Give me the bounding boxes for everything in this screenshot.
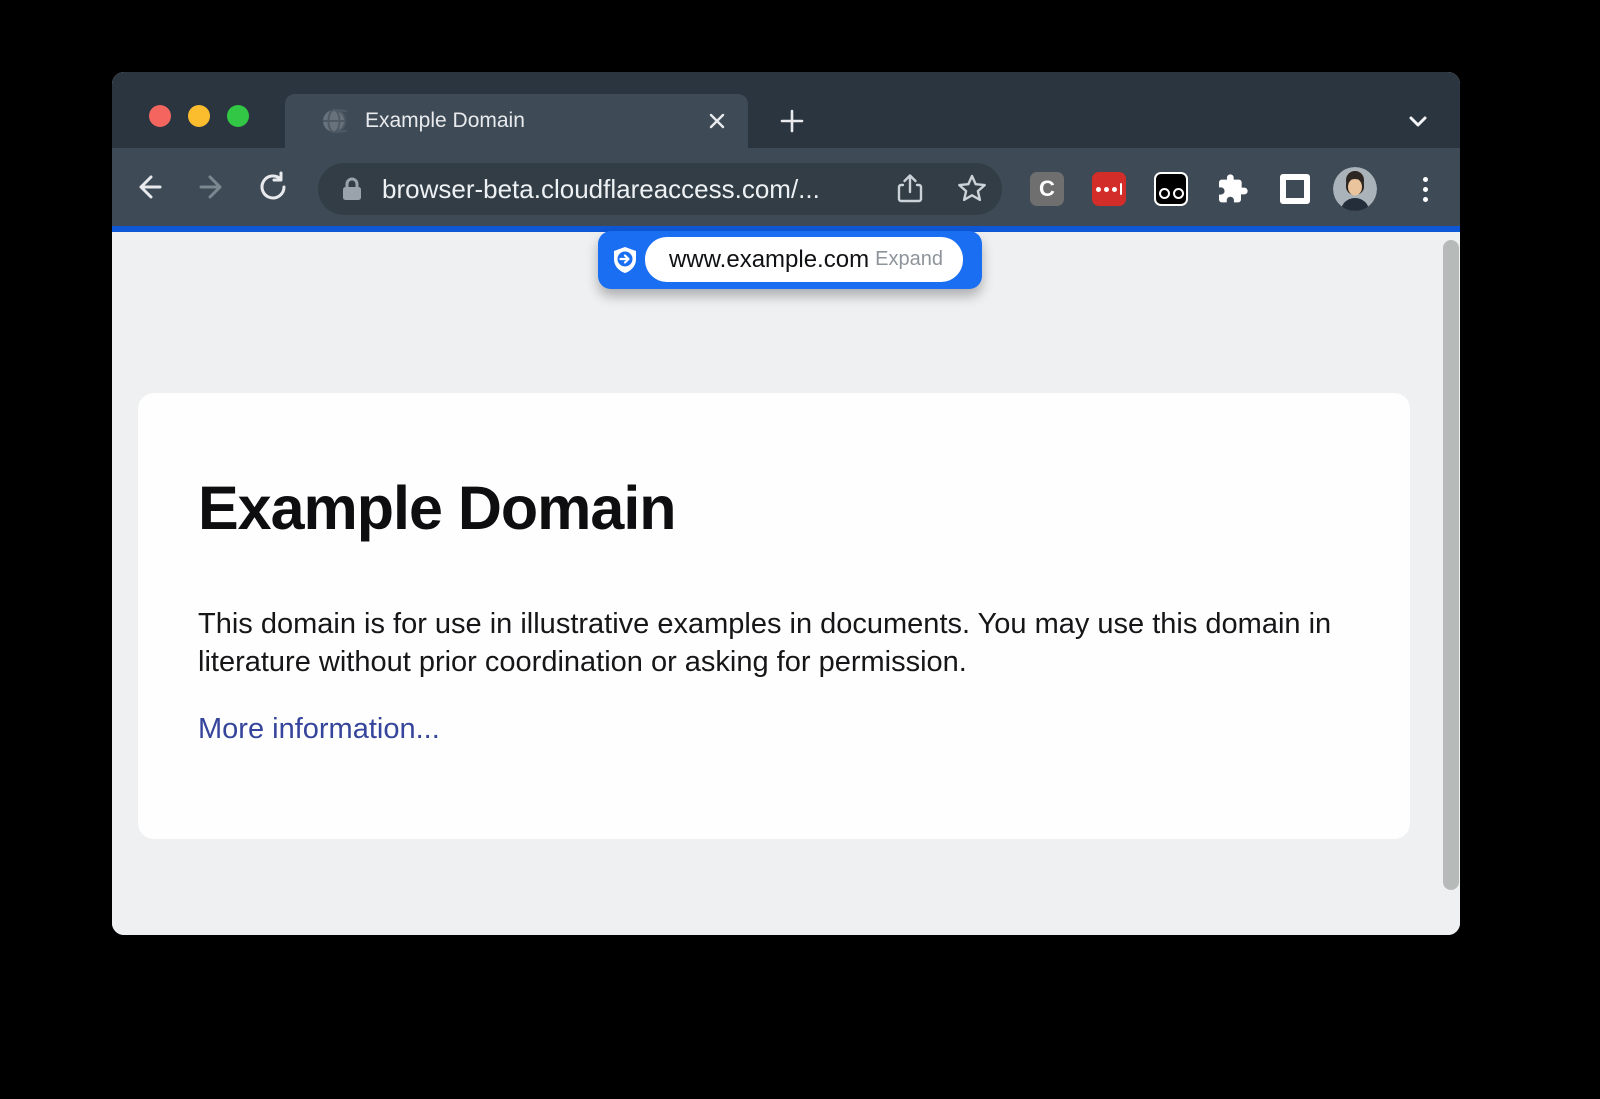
scrollbar-thumb[interactable]: [1443, 240, 1459, 890]
new-tab-button[interactable]: [775, 104, 809, 138]
browser-toolbar: browser-beta.cloudflareaccess.com/... C: [112, 148, 1460, 226]
isolated-domain-text: www.example.com: [669, 246, 869, 274]
window-minimize-button[interactable]: [188, 105, 210, 127]
lastpass-dots-icon: [1096, 183, 1123, 195]
window-zoom-button[interactable]: [227, 105, 249, 127]
lock-icon[interactable]: [340, 176, 364, 202]
expand-button[interactable]: Expand: [875, 248, 943, 271]
shield-arrow-icon: [610, 245, 640, 275]
share-icon[interactable]: [892, 171, 928, 207]
back-button[interactable]: [132, 169, 168, 205]
lastpass-extension-icon[interactable]: [1092, 172, 1126, 206]
address-bar[interactable]: browser-beta.cloudflareaccess.com/...: [318, 163, 1002, 215]
tab-strip: Example Domain: [112, 72, 1460, 148]
two-circles-icon: [1159, 188, 1184, 199]
page-paragraph: This domain is for use in illustrative e…: [198, 605, 1348, 681]
globe-favicon-icon: [321, 108, 347, 134]
page-viewport: www.example.com Expand Example Domain Th…: [112, 232, 1460, 935]
url-text: browser-beta.cloudflareaccess.com/...: [382, 174, 820, 205]
tab-close-icon[interactable]: [704, 108, 730, 134]
chevron-down-icon[interactable]: [1401, 104, 1435, 138]
extension-c-icon[interactable]: C: [1030, 172, 1064, 206]
desktop-background: Example Domain: [0, 0, 1600, 1099]
page-title: Example Domain: [198, 473, 676, 543]
tab-title: Example Domain: [365, 109, 525, 133]
isolation-domain-pill[interactable]: www.example.com Expand: [598, 231, 982, 289]
page-card: Example Domain This domain is for use in…: [138, 393, 1410, 839]
square-frame-icon: [1280, 174, 1310, 204]
window-close-button[interactable]: [149, 105, 171, 127]
profile-avatar[interactable]: [1333, 167, 1377, 211]
browser-window: Example Domain: [112, 72, 1460, 935]
more-information-link[interactable]: More information...: [198, 713, 440, 746]
browser-menu-icon[interactable]: [1408, 172, 1442, 206]
tab-example-domain[interactable]: Example Domain: [285, 94, 748, 148]
reload-button[interactable]: [255, 169, 291, 205]
forward-button[interactable]: [193, 169, 229, 205]
extensions-puzzle-icon[interactable]: [1216, 172, 1250, 206]
goggles-extension-icon[interactable]: [1154, 172, 1188, 206]
side-panel-icon[interactable]: [1278, 172, 1312, 206]
bookmark-star-icon[interactable]: [954, 171, 990, 207]
isolation-inner-pill[interactable]: www.example.com Expand: [645, 237, 963, 282]
